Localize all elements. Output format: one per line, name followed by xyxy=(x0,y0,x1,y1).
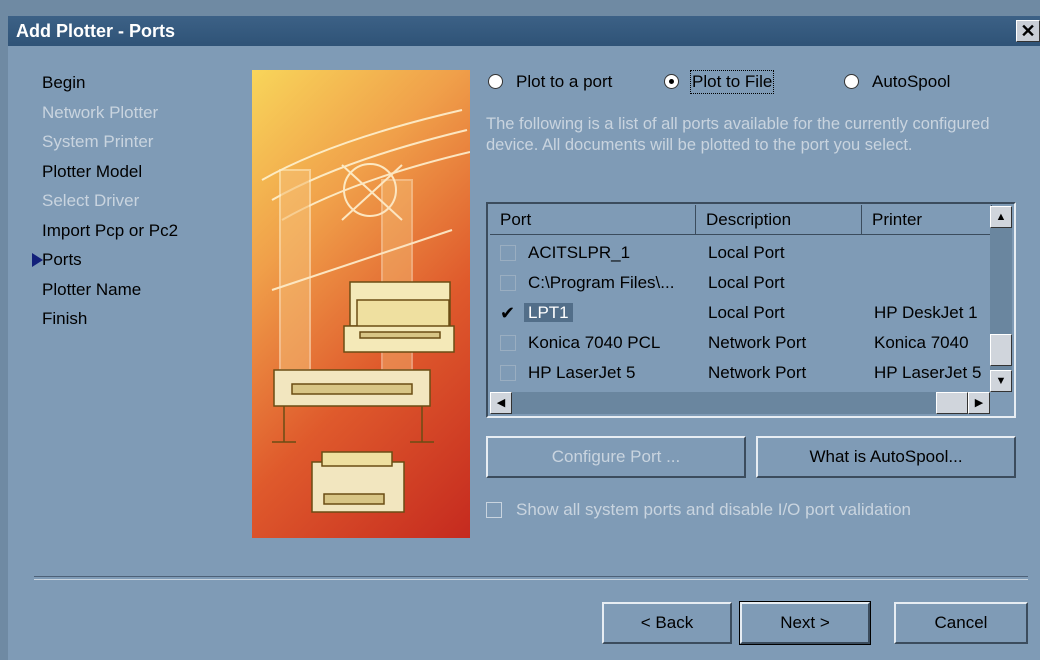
ports-list-header: Port Description Printer xyxy=(490,205,992,235)
port-name-selected: LPT1 xyxy=(524,303,573,322)
port-checkbox[interactable] xyxy=(500,275,516,291)
port-name: LPT1 xyxy=(524,298,696,328)
port-name: ACITSLPR_1 xyxy=(528,243,631,262)
port-description: Local Port xyxy=(708,273,785,292)
port-name: Konica 7040 PCL xyxy=(528,333,661,352)
step-arrow-icon xyxy=(32,253,43,267)
step-ports-label: Ports xyxy=(42,250,82,269)
radio-plot-to-port-label[interactable]: Plot to a port xyxy=(516,72,612,92)
step-begin: Begin xyxy=(42,73,86,92)
table-row[interactable]: ACITSLPR_1 Local Port xyxy=(490,238,990,268)
radio-autospool-indicator[interactable] xyxy=(844,74,859,89)
port-description: Network Port xyxy=(708,363,807,382)
column-header-description[interactable]: Description xyxy=(696,205,862,235)
table-row[interactable]: HP LaserJet 5 Network Port HP LaserJet 5 xyxy=(490,358,990,388)
radio-autospool-label[interactable]: AutoSpool xyxy=(872,72,950,92)
window-title: Add Plotter - Ports xyxy=(16,21,176,41)
step-network-plotter: Network Plotter xyxy=(42,102,159,122)
port-name: HP LaserJet 5 xyxy=(528,363,636,382)
step-plotter-name: Plotter Name xyxy=(42,279,142,299)
show-all-ports-label[interactable]: Show all system ports and disable I/O po… xyxy=(516,500,911,520)
horizontal-scroll-thumb[interactable] xyxy=(936,392,968,414)
port-printer: HP DeskJet 1 xyxy=(874,303,978,322)
step-import-pcp: Import Pcp or Pc2 xyxy=(42,220,179,240)
scroll-down-icon[interactable]: ▼ xyxy=(990,370,1012,392)
show-all-ports-checkbox[interactable] xyxy=(486,502,502,518)
close-button[interactable]: ✕ xyxy=(1016,20,1040,42)
checkmark-icon[interactable]: ✔ xyxy=(500,304,516,322)
step-plotter-model: Plotter Model xyxy=(42,161,143,181)
what-is-autospool-button[interactable]: What is AutoSpool... xyxy=(756,436,1016,478)
next-button[interactable]: Next > xyxy=(739,601,871,645)
vertical-scrollbar[interactable]: ▲ ▼ xyxy=(990,206,1012,392)
radio-plot-to-file-label[interactable]: Plot to File xyxy=(689,70,775,94)
step-select-driver: Select Driver xyxy=(42,191,140,210)
scroll-left-icon[interactable]: ◀ xyxy=(490,392,512,414)
port-description: Local Port xyxy=(708,303,785,322)
plotter-illustration xyxy=(252,70,470,538)
port-checkbox[interactable] xyxy=(500,335,516,351)
port-checkbox[interactable] xyxy=(500,365,516,381)
ports-list[interactable]: Port Description Printer ACITSLPR_1 Loca… xyxy=(486,202,1016,418)
cancel-button[interactable]: Cancel xyxy=(894,602,1028,644)
scroll-up-icon[interactable]: ▲ xyxy=(990,206,1012,228)
table-row[interactable]: C:\Program Files\... Local Port xyxy=(490,268,990,298)
port-checkbox[interactable] xyxy=(500,245,516,261)
table-row[interactable]: Konica 7040 PCL Network Port Konica 7040 xyxy=(490,328,990,358)
step-system-printer: System Printer xyxy=(42,132,154,151)
column-header-port[interactable]: Port xyxy=(490,205,696,235)
port-printer: HP LaserJet 5 xyxy=(874,363,982,382)
port-description: Local Port xyxy=(708,243,785,262)
step-ports-current: Ports xyxy=(32,249,242,279)
configure-port-button[interactable]: Configure Port ... xyxy=(486,436,746,478)
table-row-selected[interactable]: ✔ LPT1 Local Port HP DeskJet 1 xyxy=(490,298,990,328)
port-name: C:\Program Files\... xyxy=(528,273,675,292)
title-bar: Add Plotter - Ports ✕ xyxy=(8,16,1040,46)
wizard-steps: Begin Network Plotter System Printer Plo… xyxy=(32,72,242,338)
footer-separator xyxy=(34,576,1028,580)
horizontal-scrollbar[interactable]: ◀ ▶ xyxy=(490,392,990,414)
back-button[interactable]: < Back xyxy=(602,602,732,644)
step-finish: Finish xyxy=(42,309,88,328)
port-printer: Konica 7040 xyxy=(874,333,969,352)
port-description: Network Port xyxy=(708,333,807,352)
ports-description: The following is a list of all ports ava… xyxy=(486,115,990,154)
close-icon: ✕ xyxy=(1020,21,1036,41)
vertical-scroll-thumb[interactable] xyxy=(990,334,1012,366)
radio-plot-to-port-indicator[interactable] xyxy=(488,74,503,89)
radio-plot-to-file-indicator[interactable] xyxy=(664,74,679,89)
scroll-right-icon[interactable]: ▶ xyxy=(968,392,990,414)
column-header-printer[interactable]: Printer xyxy=(862,205,992,235)
